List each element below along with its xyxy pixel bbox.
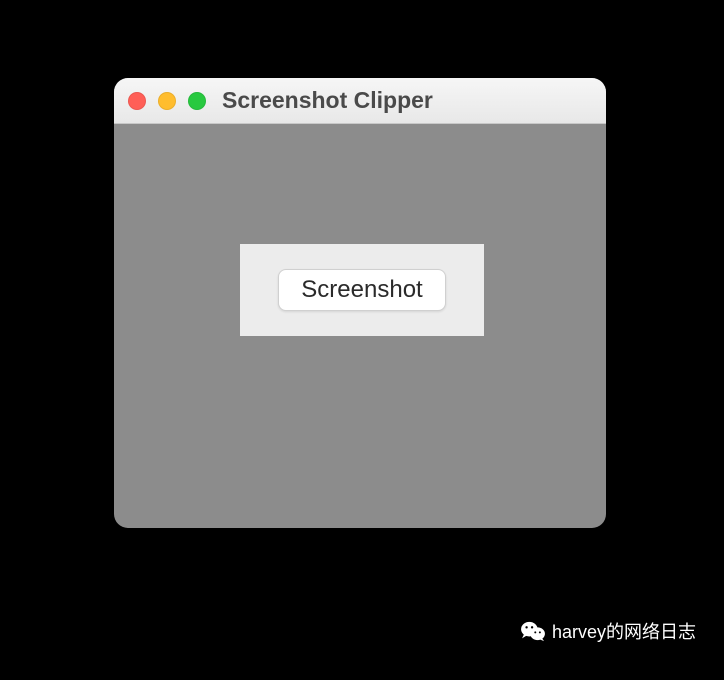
minimize-icon[interactable]: [158, 92, 176, 110]
watermark: harvey的网络日志: [520, 618, 696, 644]
app-window: Screenshot Clipper Screenshot: [114, 78, 606, 528]
traffic-lights: [128, 92, 206, 110]
window-title: Screenshot Clipper: [222, 87, 433, 114]
watermark-text: harvey的网络日志: [552, 618, 696, 644]
center-panel: Screenshot: [240, 244, 484, 336]
wechat-icon: [520, 620, 546, 642]
screenshot-button[interactable]: Screenshot: [278, 269, 445, 311]
close-icon[interactable]: [128, 92, 146, 110]
titlebar: Screenshot Clipper: [114, 78, 606, 124]
zoom-icon[interactable]: [188, 92, 206, 110]
window-content: Screenshot: [114, 124, 606, 528]
